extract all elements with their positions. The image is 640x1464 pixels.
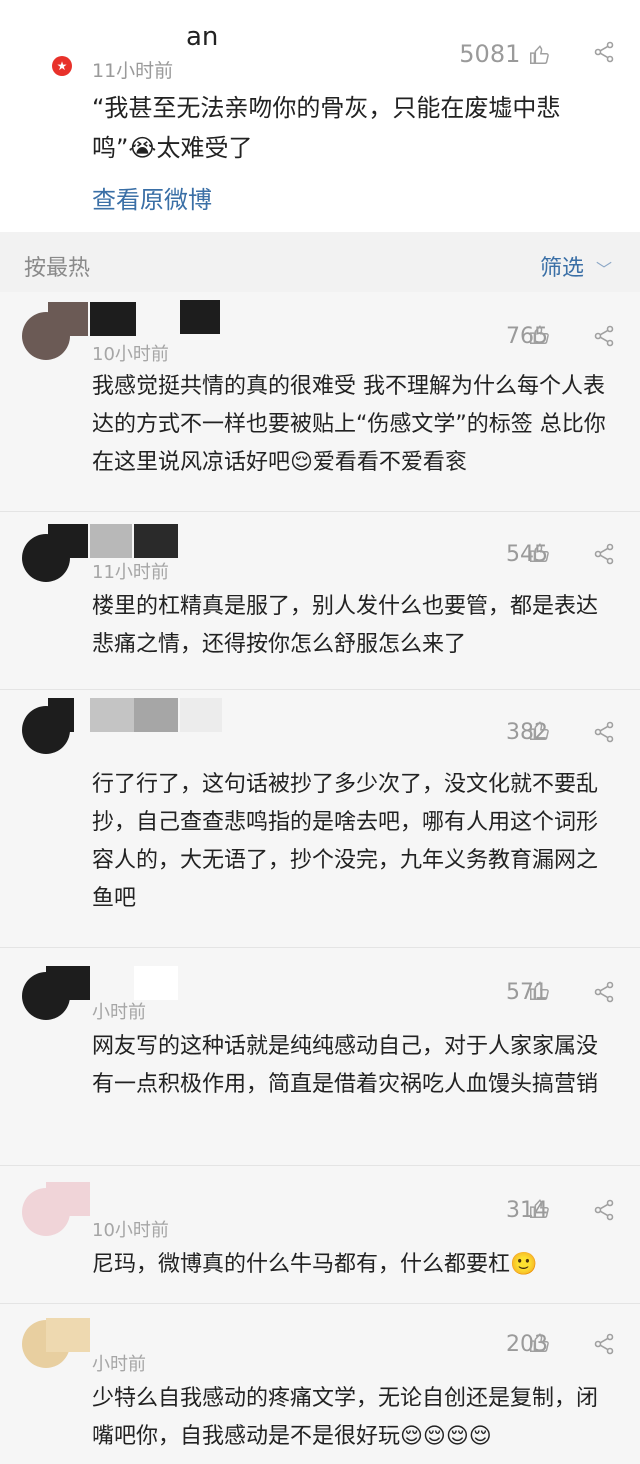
username-mask <box>134 524 178 558</box>
filter-button[interactable]: 筛选 ﹀ <box>540 250 612 282</box>
comment-time: 小时前 <box>92 1354 146 1375</box>
comment-text: 网友写的这种话就是纯纯感动自己，对于人家家属没有一点积极作用，简直是借着灾祸吃人… <box>92 1034 599 1097</box>
username-mask <box>36 27 186 48</box>
username-mask <box>180 698 222 732</box>
comment-text: 我感觉挺共情的真的很难受 我不理解为什么每个人表达的方式不一样也要被贴上“伤感文… <box>92 374 606 475</box>
comment-text: 少特么自我感动的疼痛文学，无论自创还是复制，闭嘴吧你，自我感动是不是很好玩😌😌😌… <box>92 1386 599 1449</box>
comment-item: 小时前 571 网友写的这种话就是纯纯感动自己，对于人家家属没有一点积极作用，简… <box>0 948 640 1166</box>
sort-bar: 按最热 筛选 ﹀ <box>0 236 640 292</box>
post-time: 11小时前 <box>92 60 174 82</box>
comment-text: 行了行了，这句话被抄了多少次了，没文化就不要乱抄，自己查查悲鸣指的是啥去吧，哪有… <box>92 772 599 911</box>
comment-text: 尼玛，微博真的什么牛马都有，什么都要杠🙂 <box>92 1252 538 1277</box>
username-mask <box>90 302 136 336</box>
share-icon[interactable] <box>592 1198 616 1222</box>
share-icon[interactable] <box>592 40 616 64</box>
filter-label: 筛选 <box>539 256 584 281</box>
comment-time: 10小时前 <box>92 1220 169 1241</box>
username-mask <box>90 698 134 732</box>
username-mask <box>90 524 132 558</box>
username-mask <box>180 300 220 334</box>
share-icon[interactable] <box>592 1332 616 1356</box>
post-text: “我甚至无法亲吻你的骨灰，只能在废墟中悲鸣”😭太难受了 <box>92 94 561 162</box>
comment-time: 10小时前 <box>92 344 169 365</box>
thumbs-up-icon[interactable] <box>528 1198 550 1220</box>
username-mask <box>134 966 178 1000</box>
share-icon[interactable] <box>592 980 616 1004</box>
comment-item: 382 行了行了，这句话被抄了多少次了，没文化就不要乱抄，自己查查悲鸣指的是啥去… <box>0 690 640 948</box>
like-count: 5081 <box>459 40 521 68</box>
username-mask <box>48 302 88 336</box>
thumbs-up-icon[interactable] <box>528 980 550 1002</box>
username-mask <box>48 524 88 558</box>
username[interactable]: an <box>36 22 218 52</box>
comment-time: 小时前 <box>92 1002 146 1023</box>
comment-time: 11小时前 <box>92 562 169 583</box>
comment-item: 10小时前 765 我感觉挺共情的真的很难受 我不理解为什么每个人表达的方式不一… <box>0 292 640 512</box>
username-mask <box>46 1318 90 1352</box>
comment-item: 小时前 203 少特么自我感动的疼痛文学，无论自创还是复制，闭嘴吧你，自我感动是… <box>0 1304 640 1464</box>
thumbs-up-icon[interactable] <box>528 542 550 564</box>
view-original-link[interactable]: 查看原微博 <box>92 180 212 215</box>
thumbs-up-icon[interactable] <box>528 720 550 742</box>
username-mask <box>46 966 90 1000</box>
like-button[interactable]: 5081 <box>459 40 550 68</box>
thumbs-up-icon[interactable] <box>528 1332 550 1354</box>
username-mask <box>48 698 74 732</box>
comment-item: 10小时前 314 尼玛，微博真的什么牛马都有，什么都要杠🙂 <box>0 1166 640 1304</box>
sort-hot-label[interactable]: 按最热 <box>24 250 90 282</box>
share-icon[interactable] <box>592 720 616 744</box>
original-post-card: an ★ 11小时前 5081 “我甚至无法亲吻你的骨灰，只能在废墟中悲鸣”😭太… <box>0 0 640 232</box>
chevron-down-icon: ﹀ <box>595 260 612 279</box>
comment-text: 楼里的杠精真是服了，别人发什么也要管，都是表达悲痛之情，还得按你怎么舒服怎么来了 <box>92 594 599 657</box>
thumbs-up-icon[interactable] <box>528 324 550 346</box>
share-icon[interactable] <box>592 324 616 348</box>
verified-badge-icon: ★ <box>52 56 72 76</box>
username-mask <box>134 698 178 732</box>
share-icon[interactable] <box>592 542 616 566</box>
thumbs-up-icon <box>530 45 549 64</box>
username-mask <box>46 1182 90 1216</box>
comment-item: 11小时前 545 楼里的杠精真是服了，别人发什么也要管，都是表达悲痛之情，还得… <box>0 512 640 690</box>
